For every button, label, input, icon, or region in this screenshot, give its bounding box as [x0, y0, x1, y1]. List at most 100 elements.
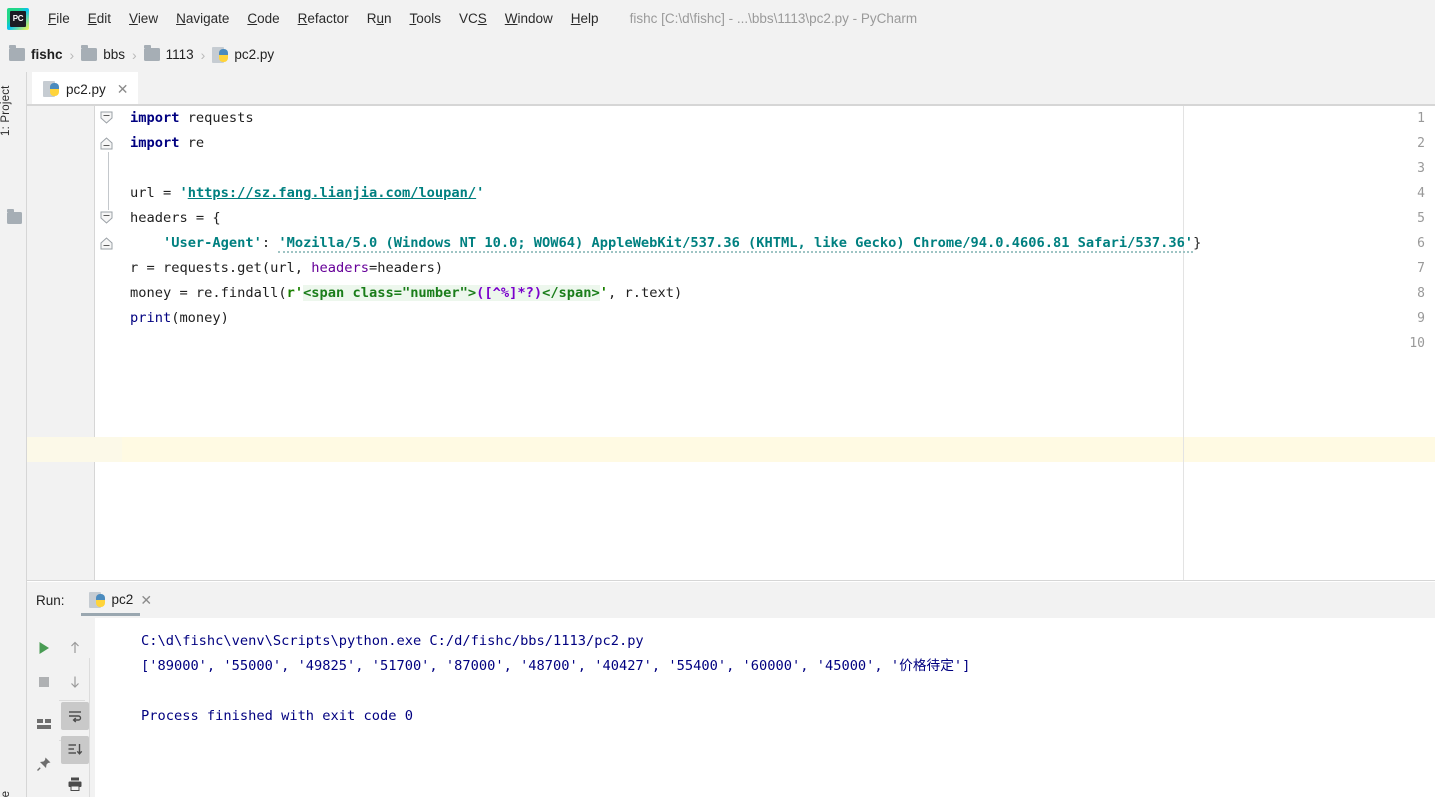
print-button[interactable] — [61, 770, 89, 797]
breadcrumb-item-bbs[interactable]: bbs — [81, 45, 125, 62]
printer-icon — [68, 777, 82, 791]
layout-icon — [37, 719, 51, 729]
current-line-gutter-highlight — [27, 437, 122, 462]
menu-tools[interactable]: Tools — [400, 8, 450, 30]
menu-navigate[interactable]: Navigate — [167, 8, 238, 30]
stop-button[interactable] — [30, 668, 58, 696]
run-tab-pc2[interactable]: pc2 ✕ — [80, 588, 161, 616]
arrow-up-icon — [71, 641, 79, 653]
code-line-4: url = 'https://sz.fang.lianjia.com/loupa… — [122, 181, 1435, 206]
code-line-1: import requests — [122, 106, 1435, 131]
fold-marker-icon[interactable] — [99, 236, 115, 252]
token-ua-key: 'User-Agent' — [162, 235, 262, 251]
code-line-7: r = requests.get(url, headers=headers) — [122, 256, 1435, 281]
editor-tab-bar: pc2.py ✕ — [27, 72, 1435, 106]
code-text-area[interactable]: import requests import re url = 'https:/… — [122, 106, 1435, 581]
folder-icon — [9, 45, 25, 61]
code-line-9: print(money) — [122, 306, 1435, 331]
menu-file-rest: ile — [56, 10, 70, 26]
fold-marker-icon[interactable] — [99, 210, 115, 226]
editor-gutter[interactable] — [27, 106, 95, 581]
token-headers-assign: headers = { — [130, 210, 221, 226]
close-icon[interactable]: ✕ — [140, 593, 152, 607]
scroll-to-end-button[interactable] — [61, 736, 89, 764]
breadcrumb-item-fishc[interactable]: fishc — [9, 45, 63, 62]
pin-icon — [37, 757, 51, 771]
code-line-2: import re — [122, 131, 1435, 156]
menu-run[interactable]: Run — [358, 8, 401, 30]
code-editor[interactable]: 1 2 3 4 5 6 7 8 9 10 import requests imp… — [27, 106, 1435, 581]
token-regex-charclass: [^%]*? — [484, 285, 534, 301]
menu-view[interactable]: View — [120, 8, 167, 30]
token-regex-quote: ' — [599, 285, 609, 301]
menu-help-rest: elp — [580, 10, 599, 26]
menu-window-rest: indow — [517, 10, 553, 26]
token-colon: : — [261, 235, 279, 251]
fold-marker-icon[interactable] — [99, 110, 115, 126]
menu-refactor[interactable]: Refactor — [289, 8, 358, 30]
menu-bar: PC File Edit View Navigate Code Refactor… — [0, 0, 1435, 37]
token-findall-call: money = re.findall( — [130, 285, 287, 301]
pin-tab-button[interactable] — [30, 750, 58, 778]
run-console-output[interactable]: C:\d\fishc\venv\Scripts\python.exe C:/d/… — [122, 618, 1435, 797]
pycharm-window: PC File Edit View Navigate Code Refactor… — [0, 0, 1435, 797]
tool-window-structure[interactable]: ucture — [0, 777, 27, 797]
menu-code[interactable]: Code — [238, 8, 288, 30]
play-icon — [39, 642, 49, 654]
fold-marker-icon[interactable] — [99, 136, 115, 152]
arrow-down-icon — [71, 676, 79, 688]
menu-window[interactable]: Window — [496, 8, 562, 30]
code-line-5: headers = { — [122, 206, 1435, 231]
token-url-value[interactable]: https://sz.fang.lianjia.com/loupan/ — [188, 185, 476, 201]
code-line-6: 'User-Agent': 'Mozilla/5.0 (Windows NT 1… — [122, 231, 1435, 256]
token-url-assign: url = — [130, 185, 180, 201]
token-kwarg-headers: headers — [311, 260, 369, 276]
folder-icon — [81, 45, 98, 61]
menu-edit[interactable]: Edit — [79, 8, 120, 30]
token-print-fn: print — [130, 310, 172, 326]
left-tool-strip: 1: Project ucture — [0, 72, 27, 797]
run-tab-label: pc2 — [111, 592, 134, 607]
editor-tab-pc2py[interactable]: pc2.py ✕ — [32, 72, 138, 106]
run-tool-window: Run: pc2 ✕ C:\d\fishc\venv\Scripts\pytho… — [27, 582, 1435, 797]
down-stacktrace-button[interactable] — [61, 668, 89, 696]
menu-navigate-rest: avigate — [185, 10, 230, 26]
editor-console-splitter[interactable] — [27, 580, 1435, 581]
menu-code-rest: ode — [257, 10, 280, 26]
breadcrumb: fishc › bbs › 1113 › pc2.py — [0, 37, 1435, 72]
menu-file[interactable]: File — [39, 8, 79, 30]
python-file-icon — [88, 591, 105, 608]
project-folder-icon[interactable] — [7, 209, 22, 224]
folder-icon — [143, 45, 160, 61]
console-line-result: ['89000', '55000', '49825', '51700', '87… — [141, 658, 971, 674]
run-label: Run: — [36, 592, 65, 608]
close-icon[interactable]: ✕ — [117, 82, 129, 96]
breadcrumb-separator: › — [200, 46, 206, 63]
token-print-arg: (money) — [171, 310, 229, 326]
breadcrumb-item-1113[interactable]: 1113 — [143, 45, 194, 62]
up-stacktrace-button[interactable] — [61, 634, 89, 662]
python-file-icon — [43, 81, 59, 97]
tool-window-project[interactable]: 1: Project — [0, 77, 27, 145]
breadcrumb-separator: › — [69, 46, 75, 63]
breadcrumb-label: pc2.py — [234, 47, 275, 62]
token-quote-close: ' — [476, 185, 485, 201]
soft-wrap-icon — [69, 711, 82, 723]
python-file-icon — [212, 46, 229, 63]
soft-wrap-button[interactable] — [61, 702, 89, 730]
token-ua-value: 'Mozilla/5.0 (Windows NT 10.0; WOW64) Ap… — [278, 235, 1194, 253]
menu-help[interactable]: Help — [562, 8, 608, 30]
token-close-brace: } — [1193, 235, 1202, 251]
menu-vcs[interactable]: VCS — [450, 8, 496, 30]
run-panel-header: Run: pc2 ✕ — [27, 582, 1435, 618]
pycharm-logo-icon: PC — [7, 7, 29, 30]
layout-button[interactable] — [30, 710, 58, 738]
token-module-requests: requests — [179, 110, 254, 126]
code-line-8: money = re.findall(r'<span class="number… — [122, 281, 1435, 306]
token-quote-open: ' — [179, 185, 188, 201]
token-regex-close-tag: </span> — [542, 285, 600, 301]
rerun-button[interactable] — [30, 634, 58, 662]
breadcrumb-item-pc2py[interactable]: pc2.py — [212, 46, 275, 63]
